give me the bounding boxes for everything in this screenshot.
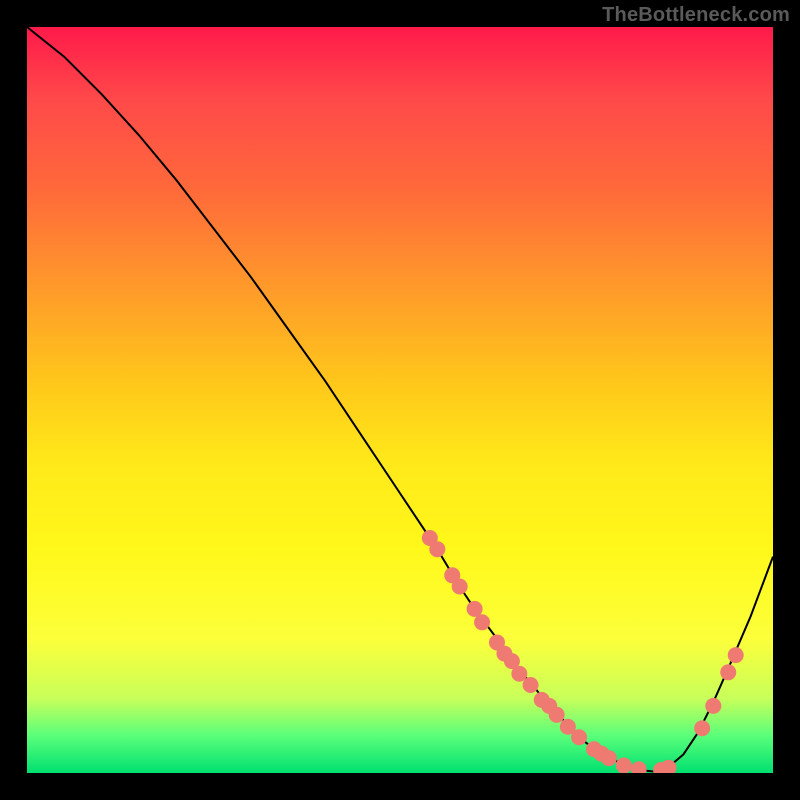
data-point [720,664,736,680]
chart-plot-area [27,27,773,773]
data-point [429,541,445,557]
watermark-text: TheBottleneck.com [602,4,790,27]
chart-svg [27,27,773,773]
data-point [705,698,721,714]
data-point [474,614,490,630]
data-point [452,579,468,595]
data-point [601,750,617,766]
data-point [549,707,565,723]
data-point [694,720,710,736]
data-point [571,729,587,745]
data-point [523,677,539,693]
data-point [728,647,744,663]
data-point [616,758,632,773]
data-point [631,761,647,773]
curve-path [27,27,773,772]
data-point [467,601,483,617]
